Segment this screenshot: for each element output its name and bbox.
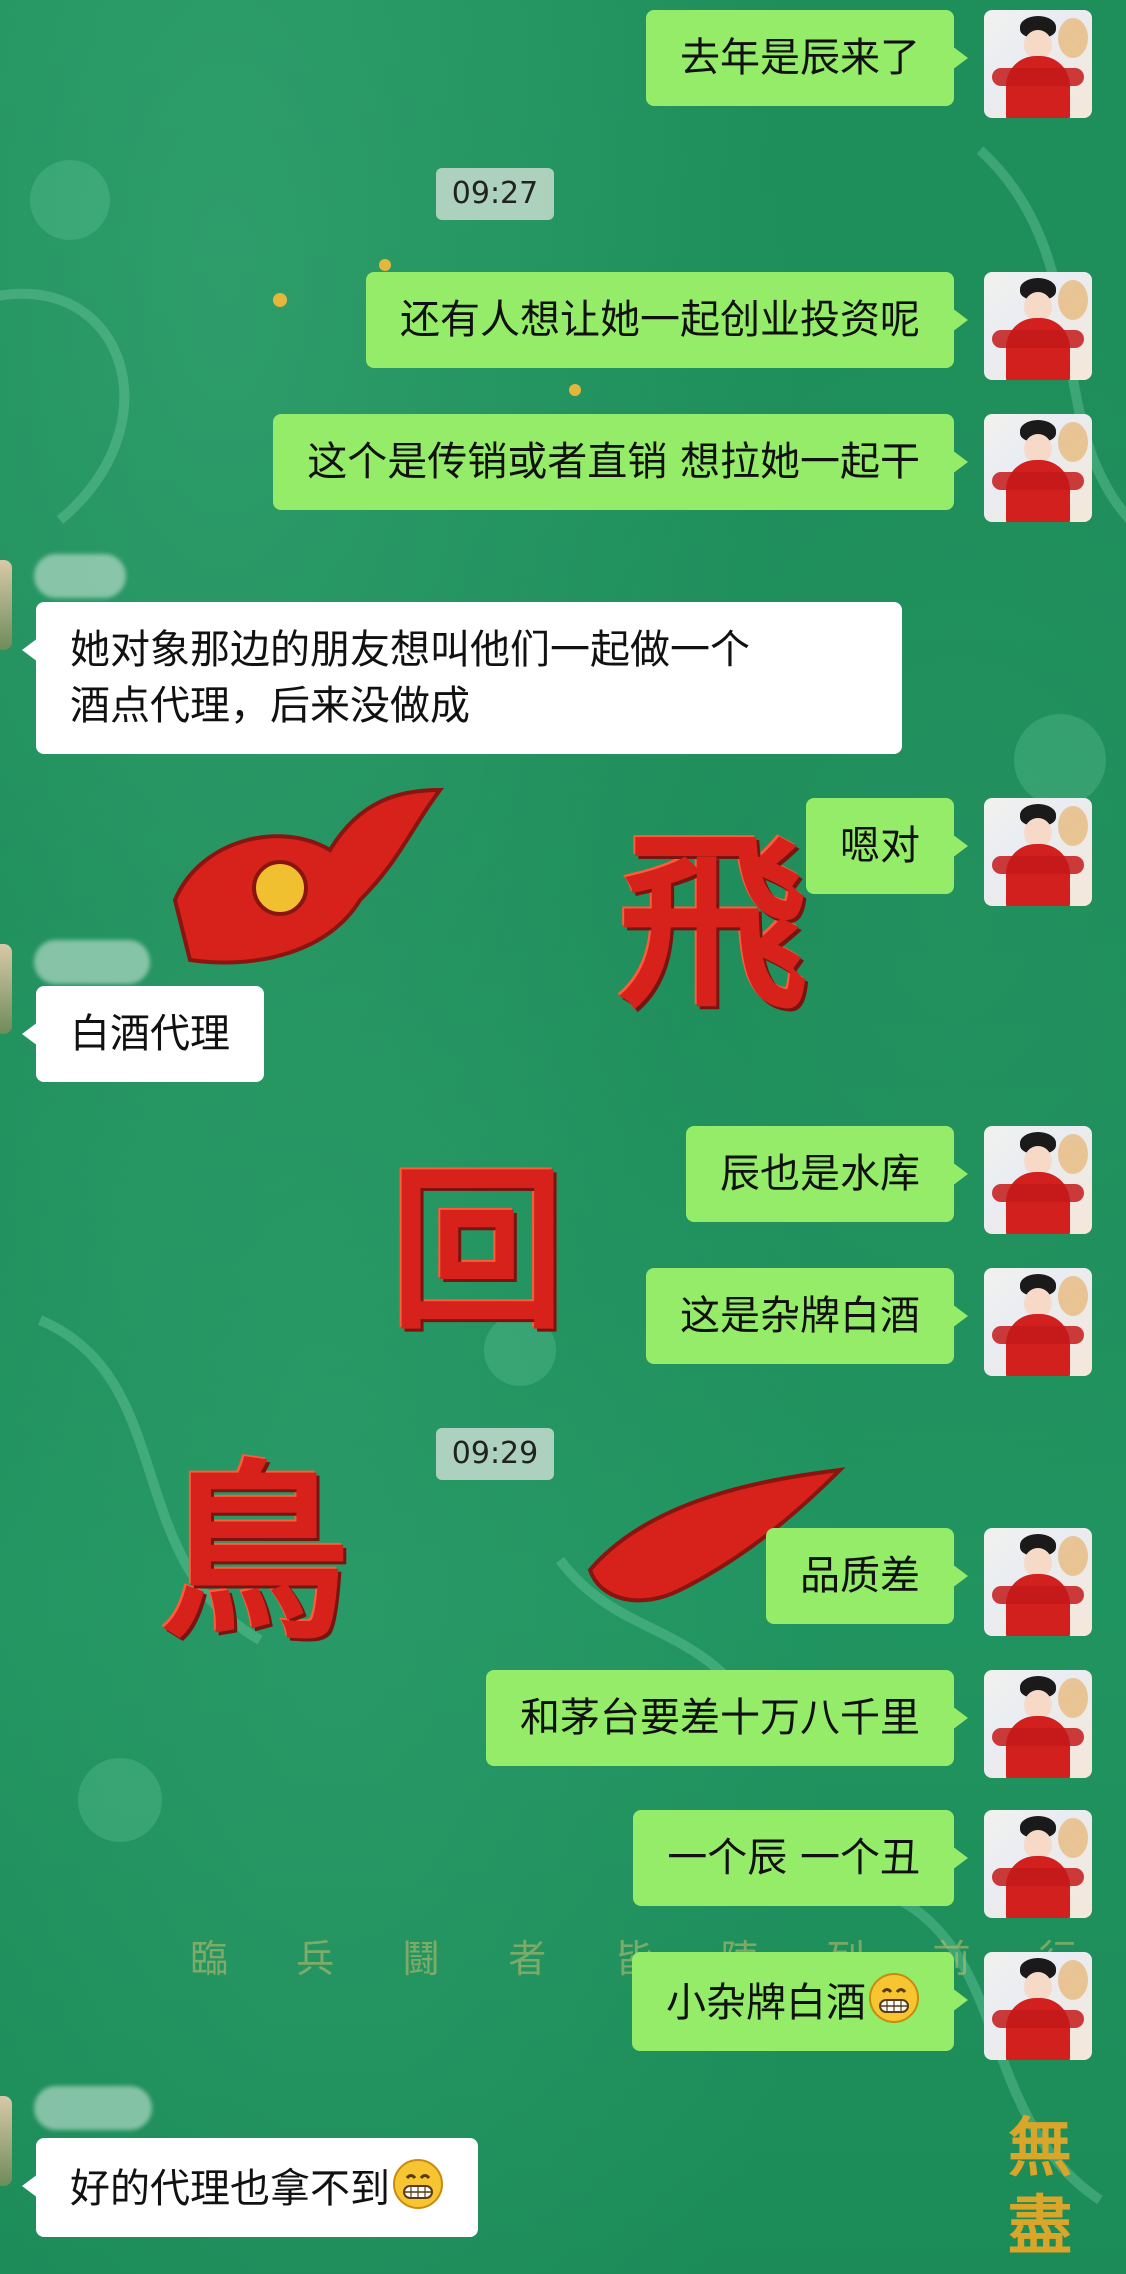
red-bird-glyph <box>172 787 444 965</box>
message-bubble[interactable]: 小杂牌白酒 <box>632 1952 968 2051</box>
my-avatar[interactable] <box>984 414 1092 522</box>
contact-avatar[interactable] <box>0 2096 12 2186</box>
my-avatar[interactable] <box>984 1528 1092 1636</box>
my-avatar[interactable] <box>984 272 1092 380</box>
message-bubble[interactable]: 白酒代理 <box>22 986 264 1082</box>
message-text: 好的代理也拿不到 <box>70 2166 390 2212</box>
message-bubble[interactable]: 这个是传销或者直销 想拉她一起干 <box>273 414 968 510</box>
contact-avatar[interactable] <box>0 944 12 1034</box>
contact-avatar[interactable] <box>0 560 12 650</box>
my-avatar[interactable] <box>984 1670 1092 1778</box>
wallpaper-corner-text: 無盡 <box>1008 2111 1072 2264</box>
message-line: 酒点代理，后来没做成 <box>70 683 470 729</box>
message-bubble[interactable]: 去年是辰来了 <box>646 10 968 106</box>
red-seal-glyph-1: 飛 <box>618 812 809 1035</box>
message-bubble[interactable]: 她对象那边的朋友想叫他们一起做一个 酒点代理，后来没做成 <box>22 602 902 754</box>
timestamp: 09:29 <box>436 1428 554 1480</box>
message-bubble[interactable]: 一个辰 一个丑 <box>633 1810 968 1906</box>
message-line: 她对象那边的朋友想叫他们一起做一个 <box>70 627 750 673</box>
my-avatar[interactable] <box>984 1952 1092 2060</box>
timestamp: 09:27 <box>436 168 554 220</box>
sender-name-blurred <box>34 554 126 598</box>
message-bubble[interactable]: 还有人想让她一起创业投资呢 <box>366 272 968 368</box>
red-seal-glyph-2: 回 <box>390 1149 565 1354</box>
sender-name-blurred <box>34 2086 152 2130</box>
my-avatar[interactable] <box>984 1126 1092 1234</box>
red-seal-glyph-3: 鳥 <box>160 1442 351 1665</box>
chat-area[interactable]: 飛 回 鳥 臨 兵 鬪 者 皆 陣 列 前 行 無盡 去年是辰来了 09:27 … <box>0 0 1126 2274</box>
message-bubble[interactable]: 品质差 <box>766 1528 968 1624</box>
my-avatar[interactable] <box>984 1268 1092 1376</box>
my-avatar[interactable] <box>984 10 1092 118</box>
grin-emoji-icon <box>393 2159 443 2209</box>
my-avatar[interactable] <box>984 1810 1092 1918</box>
sender-name-blurred <box>34 940 150 984</box>
message-bubble[interactable]: 好的代理也拿不到 <box>22 2138 478 2237</box>
message-bubble[interactable]: 和茅台要差十万八千里 <box>486 1670 968 1766</box>
message-bubble[interactable]: 嗯对 <box>806 798 968 894</box>
message-text: 小杂牌白酒 <box>666 1980 866 2026</box>
message-bubble[interactable]: 辰也是水库 <box>686 1126 968 1222</box>
grin-emoji-icon <box>869 1973 919 2023</box>
my-avatar[interactable] <box>984 798 1092 906</box>
message-bubble[interactable]: 这是杂牌白酒 <box>646 1268 968 1364</box>
